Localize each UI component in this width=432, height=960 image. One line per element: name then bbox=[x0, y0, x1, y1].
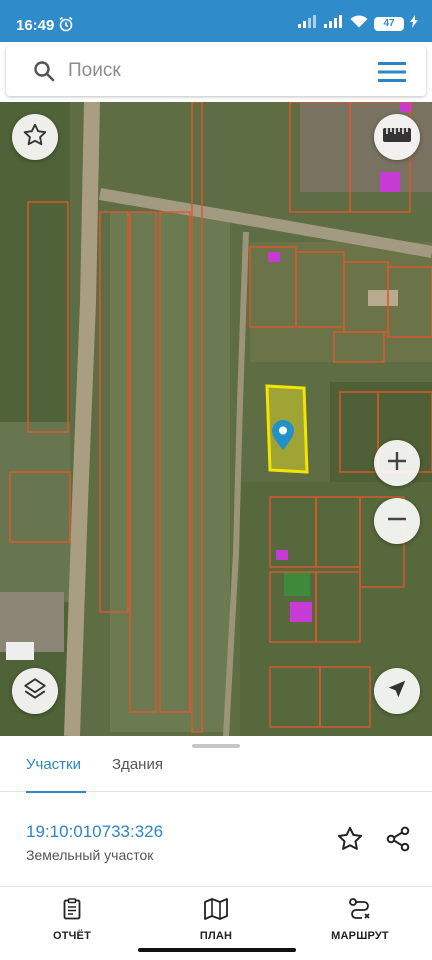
parcel-type: Земельный участок bbox=[26, 847, 154, 863]
tab-buildings[interactable]: Здания bbox=[112, 756, 163, 792]
map-plan-icon bbox=[203, 898, 229, 925]
nav-route[interactable]: МАРШРУТ bbox=[305, 897, 415, 942]
signal-icon-2 bbox=[324, 15, 344, 33]
share-icon[interactable] bbox=[384, 825, 412, 858]
ruler-icon bbox=[382, 127, 412, 148]
tab-bar: Участки Здания bbox=[0, 750, 432, 793]
parcel-number[interactable]: 19:10:010733:326 bbox=[26, 822, 163, 842]
search-input[interactable] bbox=[68, 54, 358, 88]
status-time: 16:49 bbox=[16, 17, 55, 34]
nav-report[interactable]: ОТЧЁТ bbox=[17, 897, 127, 942]
tab-parcels[interactable]: Участки bbox=[26, 756, 86, 793]
my-location-button[interactable] bbox=[374, 668, 420, 714]
layers-icon bbox=[22, 676, 48, 707]
nav-plan-label: ПЛАН bbox=[199, 930, 233, 942]
zoom-out-button[interactable] bbox=[374, 498, 420, 544]
charging-icon bbox=[410, 15, 418, 33]
search-bar bbox=[6, 46, 426, 96]
route-icon bbox=[347, 898, 373, 925]
drag-handle[interactable] bbox=[192, 744, 240, 748]
satellite-map bbox=[0, 102, 432, 736]
nav-plan[interactable]: ПЛАН bbox=[161, 897, 271, 942]
nav-report-label: ОТЧЁТ bbox=[52, 930, 92, 942]
menu-icon[interactable] bbox=[378, 61, 406, 88]
signal-icon bbox=[298, 15, 318, 33]
map-view[interactable] bbox=[0, 102, 432, 736]
status-bar: 16:49 47 bbox=[0, 0, 432, 42]
layers-button[interactable] bbox=[12, 668, 58, 714]
plus-icon bbox=[385, 449, 409, 478]
star-icon[interactable] bbox=[336, 825, 364, 858]
status-icons: 47 bbox=[298, 15, 418, 33]
nav-route-label: МАРШРУТ bbox=[331, 930, 389, 942]
favorite-button[interactable] bbox=[12, 114, 58, 160]
minus-icon bbox=[385, 507, 409, 536]
star-outline-icon bbox=[22, 122, 48, 153]
zoom-in-button[interactable] bbox=[374, 440, 420, 486]
alarm-icon bbox=[58, 16, 74, 37]
ruler-button[interactable] bbox=[374, 114, 420, 160]
home-indicator[interactable] bbox=[138, 948, 296, 952]
navigation-arrow-icon bbox=[386, 678, 408, 705]
search-icon[interactable] bbox=[32, 59, 56, 88]
report-icon bbox=[60, 898, 84, 925]
wifi-icon bbox=[350, 15, 368, 33]
location-pin-icon[interactable] bbox=[272, 420, 294, 455]
battery-indicator: 47 bbox=[374, 17, 404, 31]
